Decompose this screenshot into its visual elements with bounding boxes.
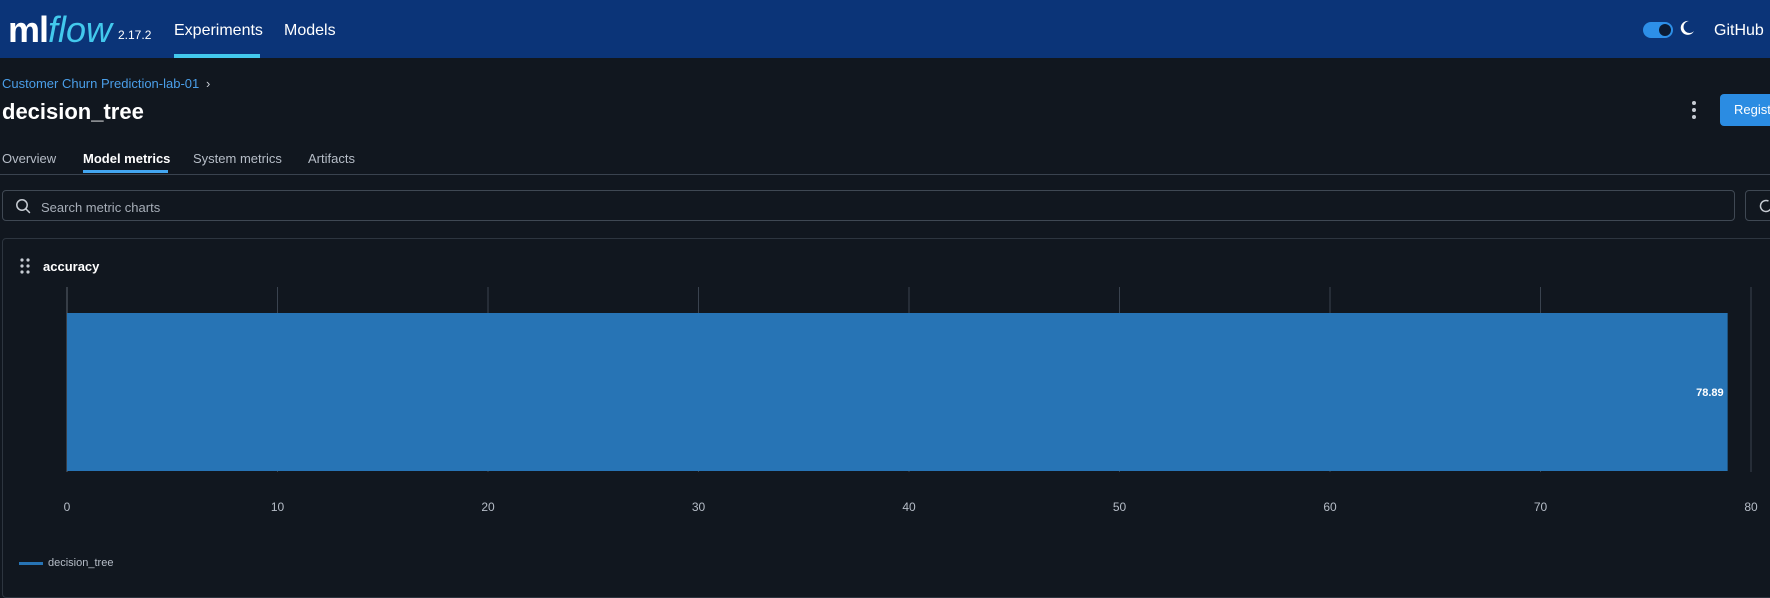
x-tick-label: 40 (902, 500, 916, 514)
x-tick-label: 0 (64, 500, 71, 514)
logo-flow-text: flow (48, 9, 113, 50)
search-icon (16, 199, 31, 214)
tab-artifacts[interactable]: Artifacts (308, 151, 355, 166)
kebab-menu-icon[interactable] (1690, 101, 1698, 121)
tab-model-metrics[interactable]: Model metrics (83, 151, 170, 166)
legend-swatch (19, 561, 43, 565)
x-tick-label: 60 (1323, 500, 1337, 514)
page-title: decision_tree (2, 99, 144, 124)
register-model-button[interactable]: Register model (1720, 94, 1770, 126)
breadcrumb-chevron-icon: › (206, 76, 211, 91)
theme-toggle[interactable] (1643, 22, 1673, 38)
search-input[interactable] (39, 197, 943, 217)
breadcrumb-experiment-link[interactable]: Customer Churn Prediction-lab-01 (2, 76, 199, 91)
top-navigation-bar: ml flow 2.17.2 Experiments Models GitHub (0, 0, 1770, 58)
bar-data-label: 78.89 (1696, 387, 1724, 399)
version-label: 2.17.2 (118, 28, 152, 42)
x-tick-label: 70 (1534, 500, 1548, 514)
logo-ml-text: ml (8, 9, 49, 50)
chart-legend[interactable]: decision_tree (19, 555, 113, 571)
run-tabs: Overview Model metrics System metrics Ar… (0, 148, 1770, 175)
toggle-knob (1659, 24, 1671, 36)
chart-title: accuracy (43, 259, 100, 274)
tab-active-indicator (83, 170, 168, 173)
drag-handle-icon[interactable] (20, 258, 30, 274)
nav-active-indicator (174, 54, 260, 58)
nav-models[interactable]: Models (284, 22, 336, 40)
github-link[interactable]: GitHub (1714, 22, 1764, 40)
x-tick-label: 20 (481, 500, 495, 514)
x-tick-label: 30 (692, 500, 706, 514)
mlflow-logo[interactable]: ml flow (8, 12, 112, 48)
x-tick-label: 50 (1113, 500, 1127, 514)
x-tick-label: 10 (271, 500, 285, 514)
refresh-icon (1759, 199, 1770, 213)
bar-decision_tree[interactable] (67, 313, 1728, 471)
metric-search-box[interactable] (2, 190, 1735, 221)
refresh-button[interactable] (1745, 190, 1770, 221)
tab-overview[interactable]: Overview (2, 151, 56, 166)
moon-icon (1680, 20, 1694, 35)
tab-system-metrics[interactable]: System metrics (193, 151, 282, 166)
nav-experiments[interactable]: Experiments (174, 22, 263, 40)
x-tick-label: 80 (1744, 500, 1758, 514)
accuracy-bar-chart: 0 10 20 30 40 50 60 70 80 78.89 (64, 287, 1758, 514)
legend-label: decision_tree (48, 557, 114, 569)
